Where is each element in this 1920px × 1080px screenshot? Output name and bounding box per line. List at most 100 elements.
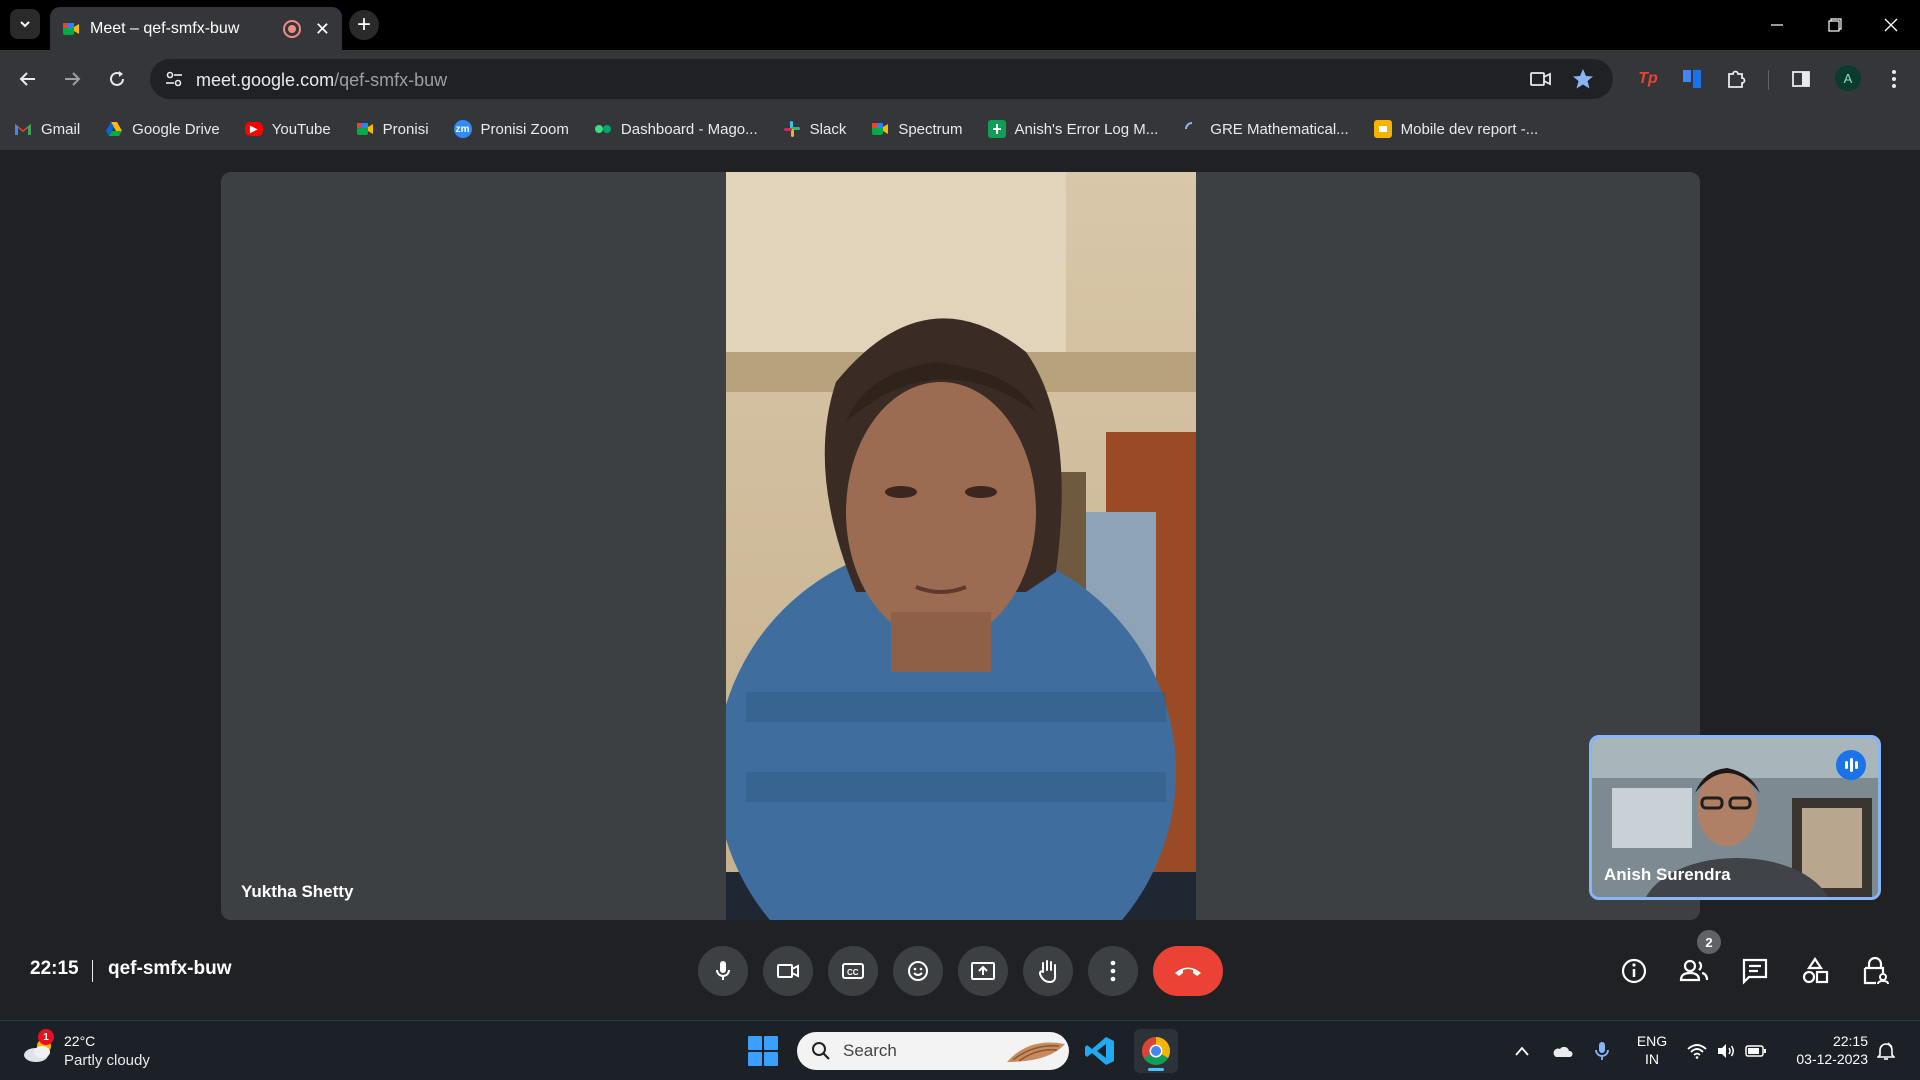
people-button[interactable] (1672, 949, 1716, 993)
url-text[interactable]: meet.google.com/qef-smfx-buw (196, 70, 447, 91)
hang-up-icon (1175, 967, 1201, 976)
toolbar-divider (1768, 70, 1769, 90)
bookmark-slack[interactable]: Slack (783, 115, 857, 143)
recording-indicator-icon (282, 19, 301, 38)
site-info-icon[interactable] (164, 69, 184, 89)
captions-button[interactable]: CC (828, 946, 878, 996)
meet-icon (871, 120, 889, 138)
start-button[interactable] (748, 1036, 778, 1066)
chat-button[interactable] (1733, 949, 1777, 993)
bookmark-label: Pronisi Zoom (480, 120, 569, 138)
bookmarks-bar: Gmail Google Drive ▶ YouTube Pronisi zm … (0, 108, 1920, 150)
windows-logo-tile (764, 1052, 778, 1066)
bookmark-gre[interactable]: GRE Mathematical... (1183, 115, 1358, 143)
meeting-details-button[interactable] (1612, 949, 1656, 993)
microphone-in-use-icon[interactable] (1590, 1039, 1614, 1063)
present-screen-icon (971, 962, 995, 980)
profile-avatar[interactable]: A (1835, 65, 1861, 91)
bookmark-gmail[interactable]: Gmail (14, 115, 90, 143)
onedrive-icon[interactable] (1550, 1039, 1574, 1063)
google-drive-icon (105, 120, 123, 138)
microphone-button[interactable] (698, 946, 748, 996)
restore-icon (1828, 18, 1842, 32)
bookmark-label: GRE Mathematical... (1210, 120, 1349, 138)
weather-widget[interactable]: 1 22°C Partly cloudy (22, 1029, 222, 1071)
youtube-icon: ▶ (244, 122, 263, 136)
close-window-button[interactable] (1862, 0, 1920, 50)
taskbar-search[interactable]: Search (797, 1032, 1069, 1070)
clock-date: 03-12-2023 (1796, 1051, 1868, 1067)
wifi-icon[interactable] (1685, 1039, 1709, 1063)
participant-video-frame (726, 172, 1196, 920)
extension-blue-icon[interactable] (1678, 65, 1706, 93)
bookmark-youtube[interactable]: ▶ YouTube (244, 115, 341, 143)
info-icon (1621, 958, 1647, 984)
battery-icon[interactable] (1744, 1039, 1768, 1063)
gmail-icon (14, 120, 32, 138)
bookmark-spectrum[interactable]: Spectrum (871, 115, 972, 143)
main-participant-name: Yuktha Shetty (241, 882, 354, 901)
tab-meet[interactable]: Meet – qef-smfx-buw ✕ (50, 7, 342, 50)
show-hidden-icons-button[interactable] (1510, 1039, 1534, 1063)
bookmark-star-icon[interactable] (1572, 68, 1594, 90)
bookmark-label: Anish's Error Log M... (1014, 120, 1159, 138)
notification-bell-icon[interactable] (1874, 1039, 1898, 1063)
tab-search-button[interactable] (10, 9, 40, 39)
host-controls-button[interactable] (1853, 949, 1897, 993)
search-placeholder: Search (843, 1041, 897, 1060)
bookmark-label: Gmail (41, 120, 81, 138)
back-button[interactable] (12, 63, 44, 95)
new-tab-button[interactable]: + (349, 10, 379, 40)
main-video-tile[interactable]: Yuktha Shetty (221, 172, 1700, 920)
close-tab-icon[interactable]: ✕ (315, 20, 330, 38)
system-clock[interactable]: 22:15 03-12-2023 (1784, 1032, 1868, 1068)
slides-icon (1373, 120, 1392, 138)
forward-button[interactable] (56, 63, 88, 95)
browser-tab-strip: Meet – qef-smfx-buw ✕ + (0, 0, 1920, 50)
more-vertical-icon (1110, 960, 1116, 982)
bookmark-pronisi[interactable]: Pronisi (356, 115, 439, 143)
browser-toolbar: meet.google.com/qef-smfx-buw Tp A (0, 50, 1920, 108)
activities-icon (1802, 957, 1829, 984)
chevron-up-icon (1515, 1046, 1529, 1056)
restore-button[interactable] (1806, 0, 1864, 50)
people-count-badge: 2 (1697, 930, 1721, 954)
camera-button[interactable] (763, 946, 813, 996)
minimize-icon (1771, 24, 1783, 26)
language-code: ENG (1636, 1033, 1668, 1049)
bookmark-pronisi-zoom[interactable]: zm Pronisi Zoom (453, 115, 579, 143)
address-bar[interactable]: meet.google.com/qef-smfx-buw (150, 59, 1613, 99)
chevron-down-icon (20, 21, 30, 28)
leave-call-button[interactable] (1153, 946, 1223, 996)
raise-hand-icon (1038, 960, 1057, 984)
speaking-indicator-icon (1836, 750, 1866, 780)
meet-icon (356, 120, 374, 138)
minimize-button[interactable] (1748, 0, 1806, 50)
side-panel-icon[interactable] (1787, 65, 1815, 93)
reload-button[interactable] (101, 63, 133, 95)
zoom-icon: zm (453, 120, 472, 138)
self-view-tile[interactable]: Anish Surendra (1589, 735, 1881, 900)
raise-hand-button[interactable] (1023, 946, 1073, 996)
windows-taskbar: 1 22°C Partly cloudy Search ENG IN 22:15… (0, 1020, 1920, 1080)
extension-tp-icon[interactable]: Tp (1634, 65, 1662, 93)
bookmark-dashboard[interactable]: Dashboard - Mago... (594, 115, 768, 143)
extensions-puzzle-icon[interactable] (1722, 65, 1750, 93)
bookmark-error-log[interactable]: Anish's Error Log M... (987, 115, 1169, 143)
activities-button[interactable] (1793, 949, 1837, 993)
weather-description: Partly cloudy (64, 1052, 150, 1069)
camera-in-use-icon[interactable] (1530, 68, 1552, 90)
meet-icon (63, 22, 79, 35)
bookmark-google-drive[interactable]: Google Drive (105, 115, 230, 143)
taskbar-vscode[interactable] (1078, 1029, 1122, 1073)
reactions-button[interactable] (893, 946, 943, 996)
lock-person-icon (1863, 956, 1889, 985)
input-language-indicator[interactable]: ENG IN (1634, 1032, 1670, 1068)
browser-menu-icon[interactable] (1880, 65, 1908, 93)
vscode-icon (1085, 1037, 1114, 1065)
more-options-button[interactable] (1088, 946, 1138, 996)
bookmark-mobile-dev-report[interactable]: Mobile dev report -... (1373, 115, 1549, 143)
taskbar-chrome[interactable] (1134, 1029, 1178, 1073)
present-screen-button[interactable] (958, 946, 1008, 996)
volume-icon[interactable] (1714, 1039, 1738, 1063)
